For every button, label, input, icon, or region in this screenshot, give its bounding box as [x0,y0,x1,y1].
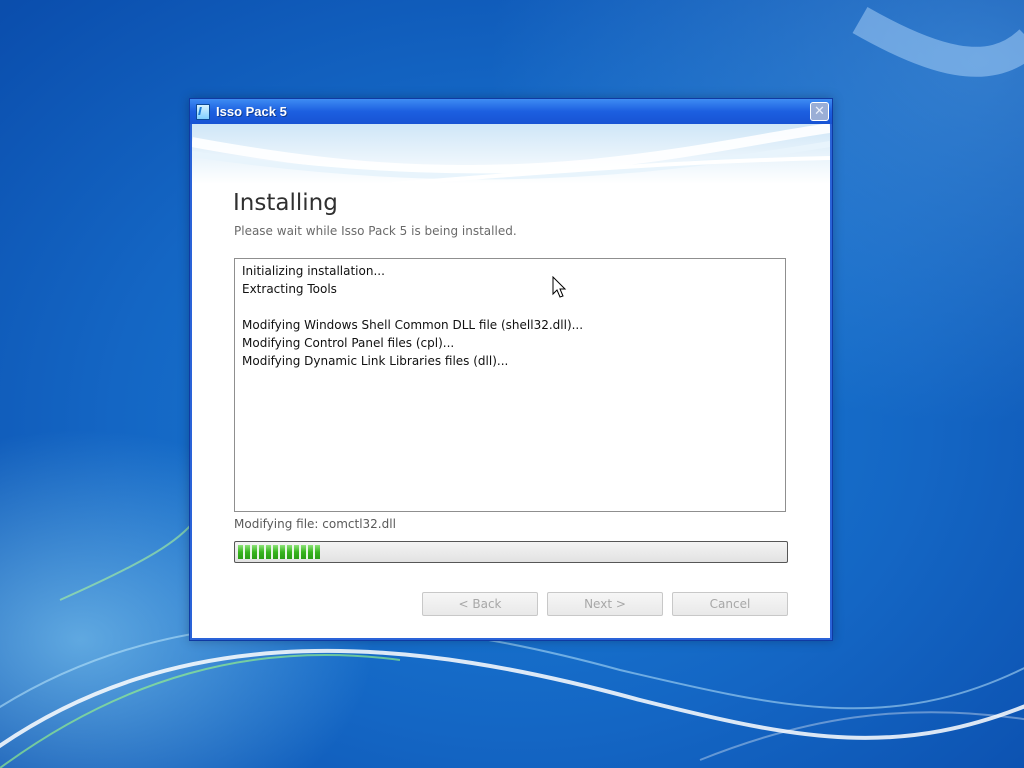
log-line: Initializing installation... [242,264,385,278]
back-button[interactable]: < Back [422,592,538,616]
cancel-button[interactable]: Cancel [672,592,788,616]
page-title: Installing [233,190,338,216]
current-file-label: Modifying file: comctl32.dll [234,517,396,531]
next-button[interactable]: Next > [547,592,663,616]
installer-window: Isso Pack 5 ✕ Installing Please wait whi… [189,98,833,641]
page-subtitle: Please wait while Isso Pack 5 is being i… [234,224,517,238]
log-line: Modifying Control Panel files (cpl)... [242,336,455,350]
log-line: Modifying Dynamic Link Libraries files (… [242,354,509,368]
title-bar[interactable]: Isso Pack 5 ✕ [190,99,832,124]
window-title: Isso Pack 5 [216,104,287,119]
install-log[interactable]: Initializing installation... Extracting … [234,258,786,512]
close-button[interactable]: ✕ [810,102,829,121]
install-progress-bar [234,541,788,563]
log-line: Modifying Windows Shell Common DLL file … [242,318,584,332]
installer-app-icon [196,103,210,120]
mouse-pointer-icon [552,276,567,298]
header-banner [192,124,830,184]
log-line: Extracting Tools [242,282,337,296]
wizard-client-area: Installing Please wait while Isso Pack 5… [192,124,830,638]
progress-fill [238,545,320,559]
